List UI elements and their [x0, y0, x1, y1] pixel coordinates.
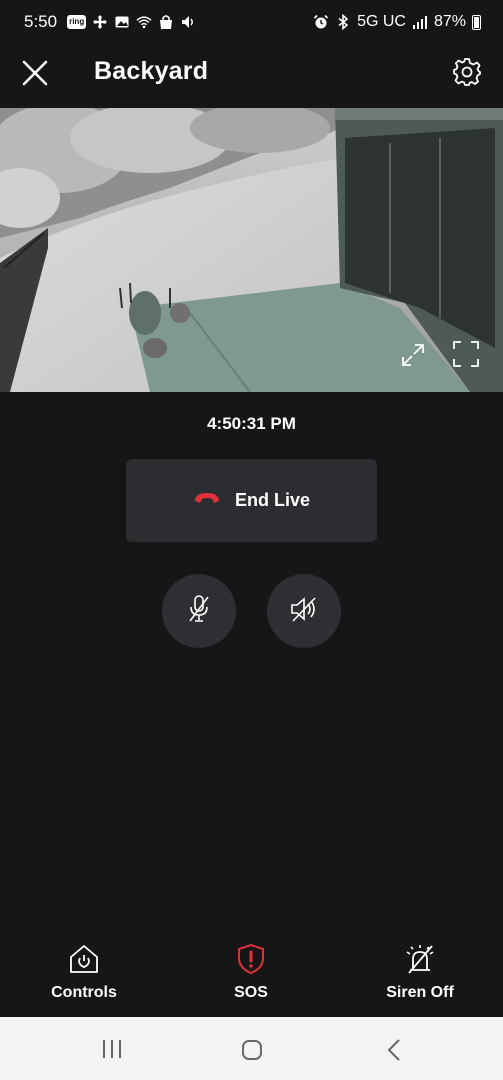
- system-nav-bar: [0, 1017, 503, 1080]
- alarm-icon: [313, 14, 329, 30]
- mic-muted-icon: [186, 594, 212, 629]
- fullscreen-icon[interactable]: [452, 340, 480, 368]
- back-icon[interactable]: [384, 1038, 404, 1062]
- expand-diagonal-icon[interactable]: [400, 342, 426, 368]
- camera-video-feed[interactable]: [0, 108, 503, 392]
- home-power-icon: [67, 942, 101, 976]
- speaker-muted-icon: [289, 595, 319, 628]
- mic-muted-button[interactable]: [162, 574, 236, 648]
- sos-label: SOS: [234, 984, 268, 1001]
- live-timestamp: 4:50:31 PM: [207, 414, 296, 433]
- siren-off-icon: [403, 942, 437, 976]
- end-live-button[interactable]: End Live: [126, 459, 377, 542]
- battery-percent: 87%: [433, 13, 466, 30]
- shield-alert-icon: [234, 942, 268, 976]
- bottom-action-bar: Controls SOS Siren Off: [0, 936, 503, 1016]
- camera-scene-image: [0, 108, 503, 392]
- status-time: 5:50: [24, 12, 58, 31]
- page-title: Backyard: [94, 57, 209, 85]
- home-icon[interactable]: [241, 1039, 263, 1061]
- sos-button[interactable]: SOS: [191, 936, 311, 1002]
- status-left: 5:50 ring: [24, 12, 196, 32]
- signal-icon: [412, 14, 428, 30]
- speaker-muted-button[interactable]: [267, 574, 341, 648]
- network-label: 5G UC: [357, 13, 406, 30]
- controls-label: Controls: [51, 984, 117, 1001]
- status-bar: 5:50 ring 5G UC 87%: [0, 0, 503, 44]
- bag-icon: [158, 14, 174, 30]
- battery-icon: [472, 14, 481, 30]
- siren-label: Siren Off: [386, 984, 454, 1001]
- recents-icon[interactable]: [100, 1039, 124, 1059]
- ring-icon: ring: [67, 15, 87, 29]
- close-icon[interactable]: [20, 58, 50, 88]
- hang-up-phone-icon: [193, 491, 221, 510]
- volume-icon: [180, 14, 196, 30]
- controls-button[interactable]: Controls: [24, 936, 144, 1002]
- end-live-label: End Live: [234, 490, 310, 510]
- gallery-icon: [114, 14, 130, 30]
- fan-icon: [92, 14, 108, 30]
- header: Backyard: [0, 44, 503, 108]
- bluetooth-icon: [335, 14, 351, 30]
- wifi-icon: [136, 14, 152, 30]
- status-right: 5G UC 87%: [313, 13, 481, 31]
- siren-off-button[interactable]: Siren Off: [360, 936, 480, 1002]
- gear-icon[interactable]: [452, 57, 482, 87]
